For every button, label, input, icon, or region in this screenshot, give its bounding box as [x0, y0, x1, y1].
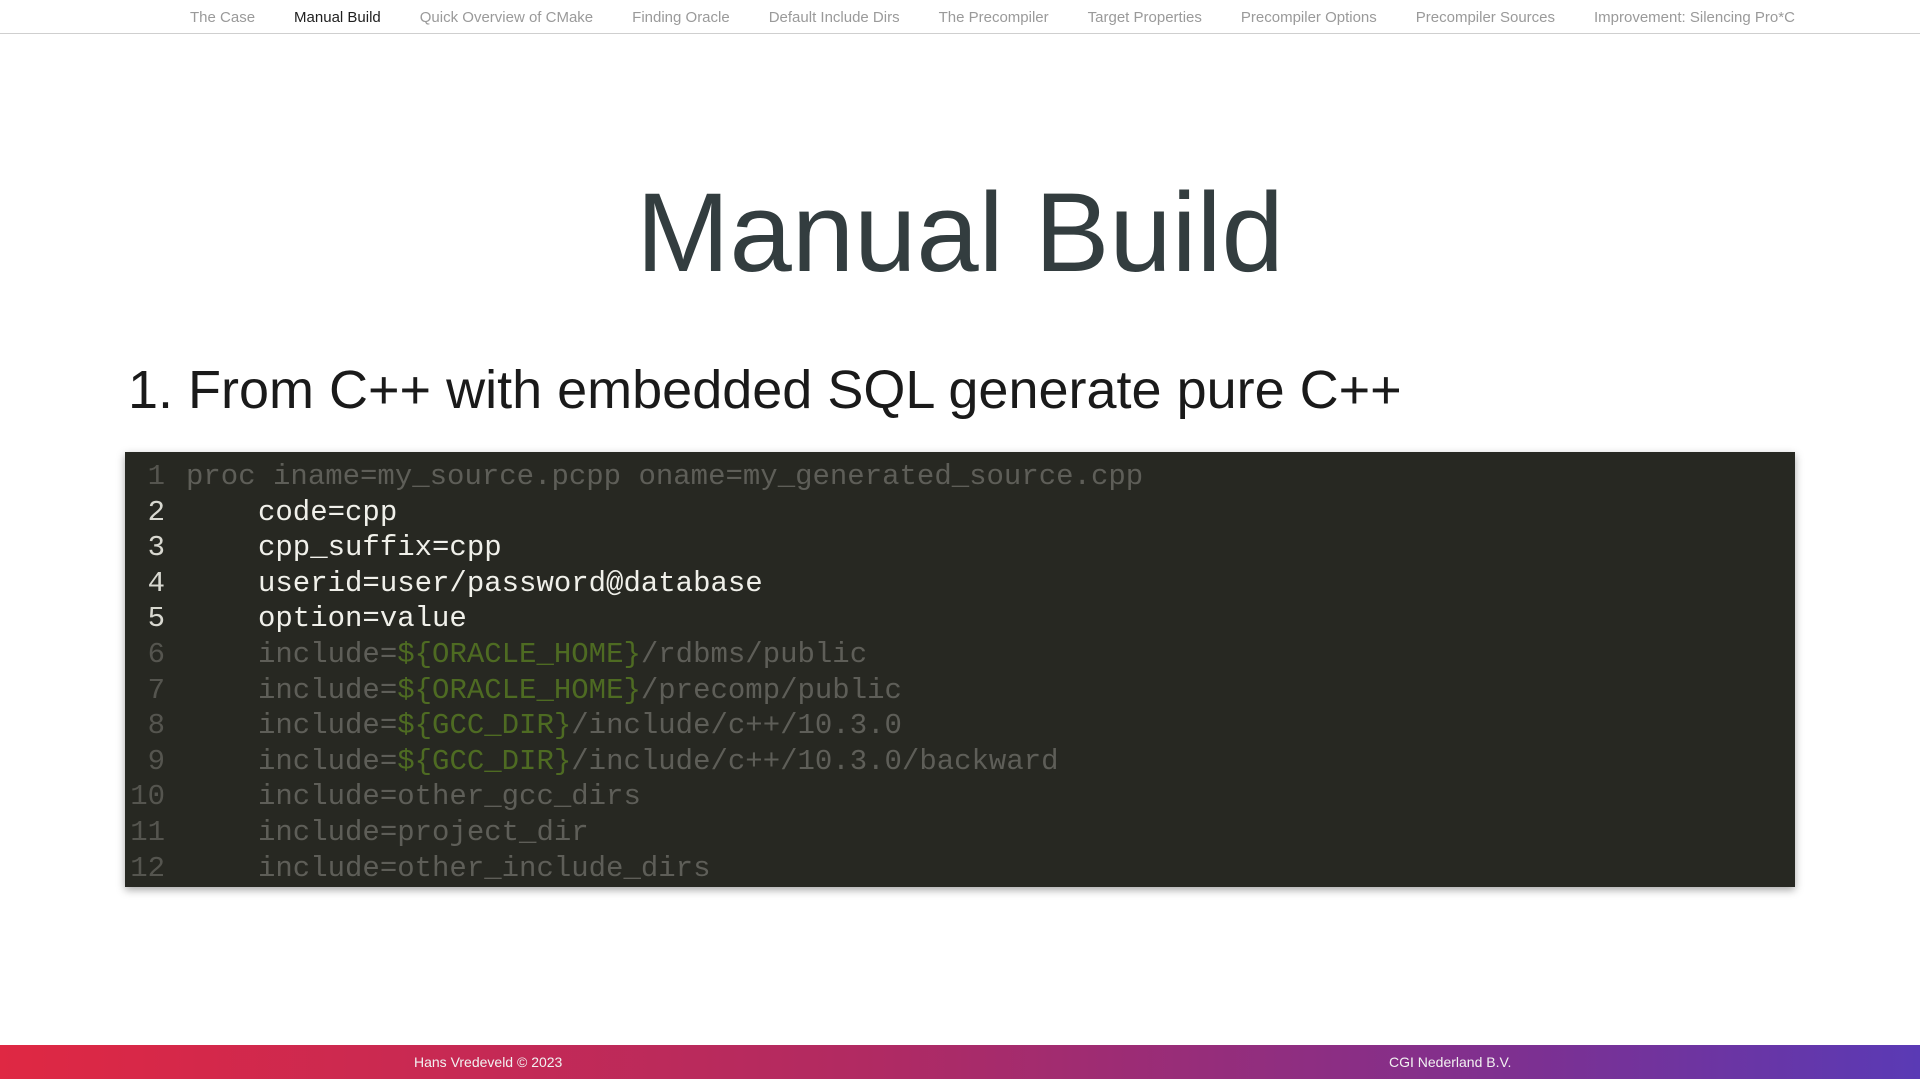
code-content: userid=user/password@database — [186, 566, 763, 602]
code-text-rest: /rdbms/public — [640, 637, 868, 671]
code-line: 5 option=value — [125, 601, 1795, 637]
code-line: 2 code=cpp — [125, 495, 1795, 531]
line-number: 4 — [147, 566, 165, 600]
code-line: 11 include=project_dir — [125, 815, 1795, 851]
code-content: cpp_suffix=cpp — [186, 530, 502, 566]
code-text: cpp_suffix=cpp — [258, 531, 502, 565]
code-text: include= — [258, 673, 398, 707]
code-text: include= — [258, 637, 398, 671]
code-line: 6 include=${ORACLE_HOME}/rdbms/public — [125, 637, 1795, 673]
nav-item-improvement-silencing-proc[interactable]: Improvement: Silencing Pro*C — [1594, 9, 1795, 26]
nav-item-finding-oracle[interactable]: Finding Oracle — [632, 9, 730, 26]
code-text-rest: /include/c++/10.3.0/backward — [571, 744, 1059, 778]
slide-subtitle: 1. From C++ with embedded SQL generate p… — [128, 360, 1402, 420]
line-number: 9 — [147, 744, 165, 778]
code-line: 12 include=other_include_dirs — [125, 851, 1795, 887]
code-text-rest: /precomp/public — [640, 673, 902, 707]
code-content: code=cpp — [186, 495, 397, 531]
line-number: 11 — [130, 815, 165, 849]
nav-item-quick-overview-of-cmake[interactable]: Quick Overview of CMake — [420, 9, 593, 26]
code-text: include=other_include_dirs — [258, 851, 711, 885]
line-number: 2 — [147, 495, 165, 529]
code-text: code=cpp — [258, 495, 398, 529]
code-variable: ${ORACLE_HOME} — [397, 637, 641, 671]
code-content: include=project_dir — [186, 815, 589, 851]
line-number: 8 — [147, 709, 165, 743]
slide-navigation-bar: The Case Manual Build Quick Overview of … — [0, 0, 1920, 34]
nav-item-precompiler-options[interactable]: Precompiler Options — [1241, 9, 1377, 26]
slide-title: Manual Build — [636, 170, 1284, 295]
code-line: 7 include=${ORACLE_HOME}/precomp/public — [125, 673, 1795, 709]
code-content: include=${ORACLE_HOME}/precomp/public — [186, 673, 902, 709]
nav-item-the-precompiler[interactable]: The Precompiler — [939, 9, 1049, 26]
code-text: include=project_dir — [258, 815, 589, 849]
nav-items: The Case Manual Build Quick Overview of … — [190, 0, 1795, 34]
line-number: 5 — [147, 602, 165, 636]
code-text: option=value — [258, 602, 467, 636]
code-content: include=${GCC_DIR}/include/c++/10.3.0/ba… — [186, 744, 1059, 780]
code-text: include=other_gcc_dirs — [258, 780, 641, 814]
footer-company: CGI Nederland B.V. — [1389, 1054, 1512, 1070]
line-number: 10 — [130, 780, 165, 814]
code-line: 8 include=${GCC_DIR}/include/c++/10.3.0 — [125, 708, 1795, 744]
code-line: 4 userid=user/password@database — [125, 566, 1795, 602]
line-number: 1 — [147, 460, 165, 493]
nav-item-manual-build[interactable]: Manual Build — [294, 9, 381, 26]
nav-item-the-case[interactable]: The Case — [190, 9, 255, 26]
code-text: userid=user/password@database — [258, 566, 763, 600]
code-variable: ${ORACLE_HOME} — [397, 673, 641, 707]
code-content: include=${ORACLE_HOME}/rdbms/public — [186, 637, 867, 673]
code-text: include= — [258, 744, 398, 778]
code-text: proc iname=my_source.pcpp oname=my_gener… — [186, 460, 1144, 493]
code-content: proc iname=my_source.pcpp oname=my_gener… — [186, 459, 1143, 495]
code-content: include=other_gcc_dirs — [186, 779, 641, 815]
code-text-rest: /include/c++/10.3.0 — [571, 709, 902, 743]
nav-item-target-properties[interactable]: Target Properties — [1088, 9, 1202, 26]
line-number: 3 — [147, 531, 165, 565]
footer-bar: Hans Vredeveld © 2023 CGI Nederland B.V. — [0, 1045, 1920, 1079]
code-line: 1 proc iname=my_source.pcpp oname=my_gene… — [125, 459, 1795, 495]
line-number: 7 — [147, 673, 165, 707]
code-content: include=${GCC_DIR}/include/c++/10.3.0 — [186, 708, 902, 744]
footer-author: Hans Vredeveld © 2023 — [414, 1054, 563, 1070]
code-content: include=other_include_dirs — [186, 851, 710, 887]
code-line: 10 include=other_gcc_dirs — [125, 779, 1795, 815]
code-line: 9 include=${GCC_DIR}/include/c++/10.3.0/b… — [125, 744, 1795, 780]
line-number: 6 — [147, 637, 165, 671]
line-number: 12 — [130, 851, 165, 885]
code-block: 1 proc iname=my_source.pcpp oname=my_gene… — [125, 452, 1795, 887]
code-content: option=value — [186, 601, 467, 637]
nav-item-default-include-dirs[interactable]: Default Include Dirs — [769, 9, 900, 26]
code-variable: ${GCC_DIR} — [397, 744, 572, 778]
nav-item-precompiler-sources[interactable]: Precompiler Sources — [1416, 9, 1555, 26]
code-line: 3 cpp_suffix=cpp — [125, 530, 1795, 566]
code-text: include= — [258, 709, 398, 743]
code-variable: ${GCC_DIR} — [397, 709, 572, 743]
